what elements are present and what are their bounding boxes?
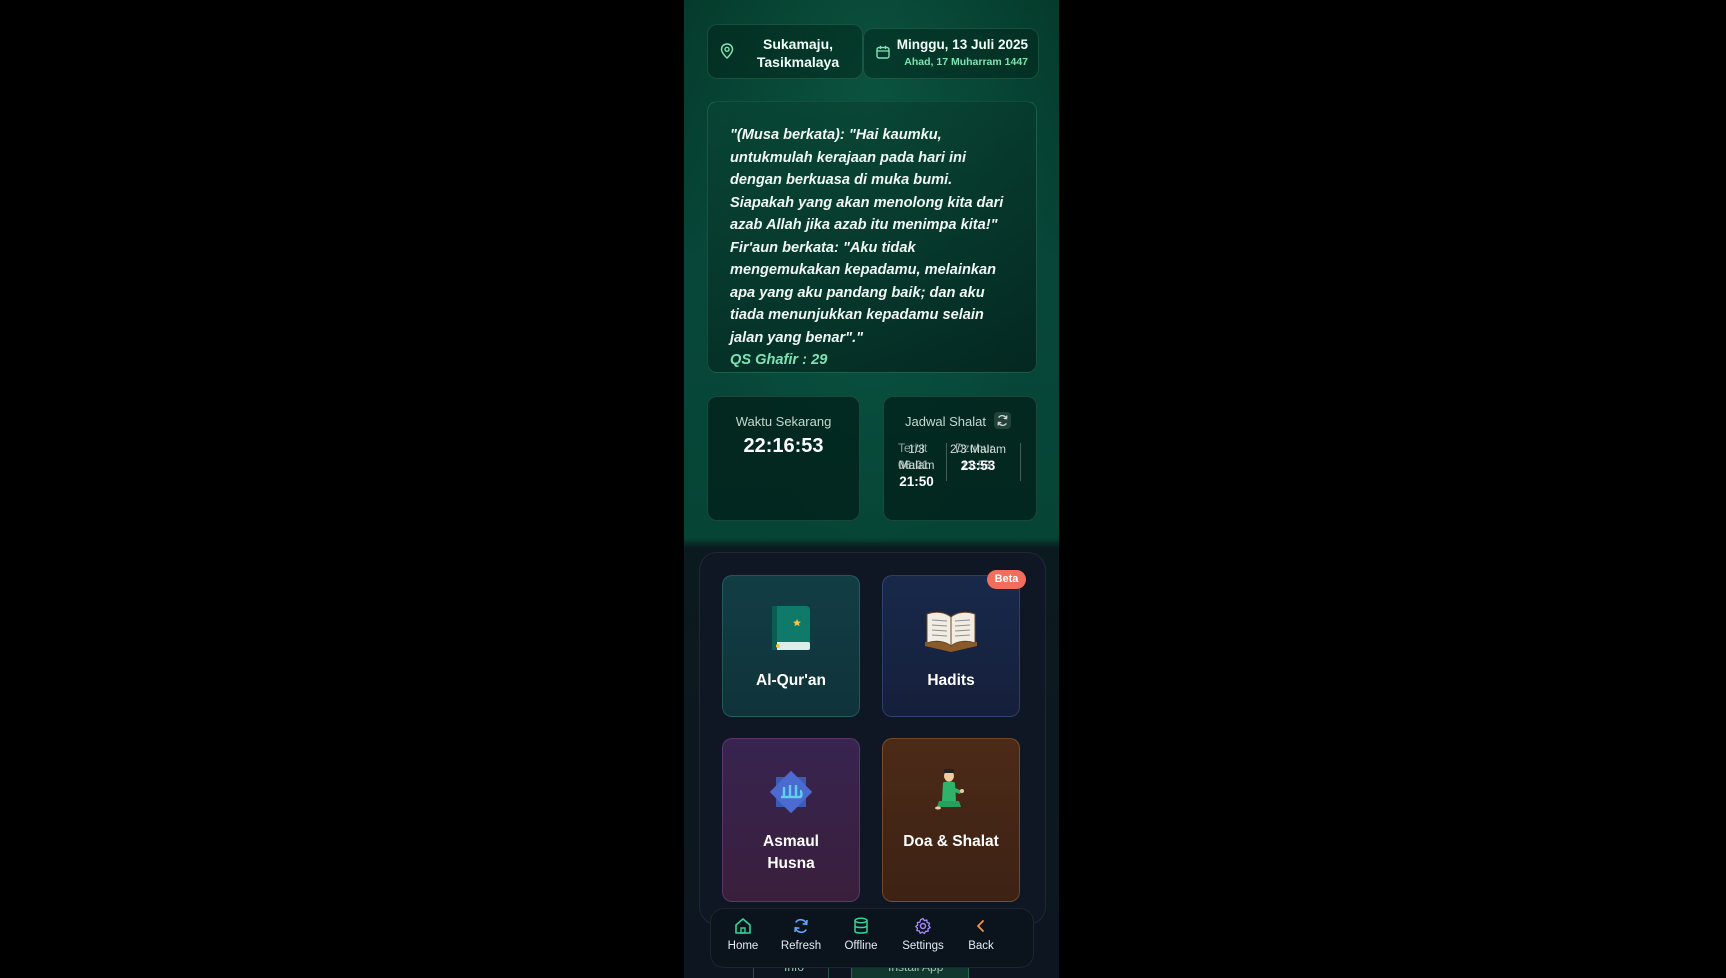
tile-label: Doa & Shalat [903,833,999,850]
location-pin-icon [720,43,734,59]
gregorian-date: Minggu, 13 Juli 2025 [896,37,1028,52]
chevron-left-icon [977,920,984,932]
doa-shalat-tile[interactable]: Doa & Shalat [882,738,1020,902]
calendar-icon [876,45,890,59]
nav-label: Home [727,940,759,952]
prayer-name: 1/3 Malam [898,442,935,472]
nav-back[interactable]: Back [953,917,1009,952]
divider [946,443,947,481]
beta-badge: Beta [987,570,1026,589]
schedule-refresh-icon[interactable] [994,412,1011,429]
nav-home[interactable]: Home [715,917,771,952]
nav-settings[interactable]: Settings [895,917,951,952]
gear-icon [915,917,931,935]
nav-label: Refresh [780,940,822,952]
date-card: Minggu, 13 Juli 2025 Ahad, 17 Muharram 1… [863,28,1039,79]
open-book-icon [925,611,977,652]
prayer-schedule-label: Jadwal Shalat [905,414,986,429]
divider [1020,443,1021,481]
nav-label: Settings [902,940,944,952]
bottom-nav: Home Refresh Offline Settings Back [710,908,1034,968]
app-screen: Sukamaju, Tasikmalaya Minggu, 13 Juli 20… [684,0,1059,978]
database-icon [854,917,868,934]
verse-body: "(Musa berkata): "Hai kaumku, untukmulah… [730,127,1004,346]
refresh-icon [794,918,808,934]
nav-offline[interactable]: Offline [833,917,889,952]
tile-label-text: Asmaul Husna [763,833,819,872]
tile-label: Hadits [927,672,975,689]
current-time-card: Waktu Sekarang 22:16:53 [707,396,860,521]
location-card[interactable]: Sukamaju, Tasikmalaya [707,24,863,79]
prayer-item: 2/3 Malam 23:53 [948,441,1008,475]
verse-text: "(Musa berkata): "Hai kaumku, untukmulah… [730,124,1020,372]
verse-source: QS Ghafir : 29 [730,352,828,368]
current-time-label: Waktu Sekarang [735,414,832,429]
prayer-time: 23:53 [960,458,996,473]
prayer-schedule-card[interactable]: Jadwal Shalat Terbit 06:01 Dzuhur 11:53 … [883,396,1037,521]
tile-label: Al-Qur'an [756,672,826,689]
verse-card: "(Musa berkata): "Hai kaumku, untukmulah… [707,101,1037,373]
prayer-item: 1/3 Malam 21:50 [894,441,939,491]
prayer-time: 21:50 [899,474,934,489]
nav-label: Offline [844,940,878,952]
quran-book-icon [772,606,810,650]
quran-tile[interactable]: Al-Qur'an [722,575,860,717]
allah-calligraphy-icon [769,770,813,814]
nav-label: Back [968,940,994,952]
location-text: Sukamaju, Tasikmalaya [756,36,840,70]
hijri-date: Ahad, 17 Muharram 1447 [904,56,1028,68]
prayer-name: 2/3 Malam [949,442,1007,456]
nav-refresh[interactable]: Refresh [773,917,829,952]
praying-person-icon [935,769,964,810]
current-time-value: 22:16:53 [743,435,824,457]
asmaul-husna-tile[interactable]: Asmaul Husna [722,738,860,902]
tile-label: Asmaul Husna [723,831,859,875]
hadits-tile[interactable]: Hadits [882,575,1020,717]
home-icon [735,918,751,934]
